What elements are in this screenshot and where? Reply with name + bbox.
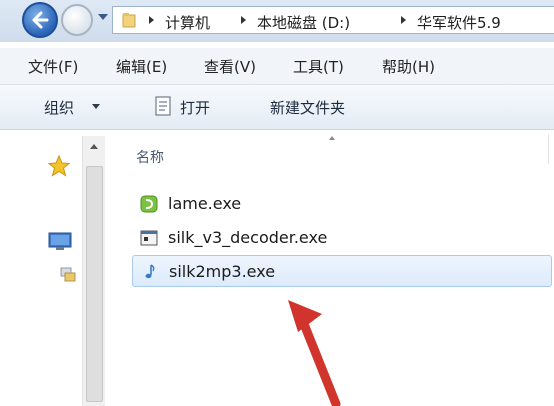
favorites-star-icon[interactable] [48,155,70,177]
explorer-window: 计算机 本地磁盘 (D:) 华军软件5.9 文件(F) 编辑(E) 查看(V) … [0,0,554,406]
open-icon[interactable] [154,96,172,116]
back-arrow-icon [32,11,49,29]
network-icon[interactable] [60,266,76,282]
menu-help[interactable]: 帮助(H) [382,56,435,77]
breadcrumb-local-disk[interactable]: 本地磁盘 (D:) [257,12,350,33]
file-name: lame.exe [168,194,242,213]
forward-button[interactable] [61,4,93,36]
breadcrumb-separator-icon[interactable] [401,16,406,24]
lame-app-icon [140,195,158,213]
folder-icon [122,13,136,28]
menu-bar: 文件(F) 编辑(E) 查看(V) 工具(T) 帮助(H) [0,48,554,85]
breadcrumb-separator-icon[interactable] [149,16,154,24]
computer-icon[interactable] [48,232,72,252]
address-input[interactable]: 计算机 本地磁盘 (D:) 华军软件5.9 [112,6,554,34]
file-name: silk2mp3.exe [169,262,276,281]
navigation-scrollbar[interactable] [82,136,105,406]
command-toolbar: 组织 打开 新建文件夹 [0,85,554,130]
file-row-lame[interactable]: lame.exe [132,188,552,220]
menu-file[interactable]: 文件(F) [28,56,78,77]
menu-edit[interactable]: 编辑(E) [116,56,167,77]
breadcrumb-computer[interactable]: 计算机 [165,12,210,33]
breadcrumb-separator-icon[interactable] [241,16,246,24]
back-button[interactable] [22,2,58,38]
scroll-up-icon[interactable] [90,144,98,149]
column-divider[interactable] [548,134,549,164]
scrollbar-thumb[interactable] [86,166,103,402]
file-row-silk2mp3[interactable]: silk2mp3.exe [132,255,552,287]
menu-tools[interactable]: 工具(T) [293,56,344,77]
address-bar-area: 计算机 本地磁盘 (D:) 华军软件5.9 [0,0,554,42]
music-note-icon [145,264,155,279]
recent-pages-dropdown-icon[interactable] [98,14,108,20]
organize-dropdown-icon[interactable] [92,104,100,109]
organize-button[interactable]: 组织 [44,97,74,118]
breadcrumb-current-folder[interactable]: 华军软件5.9 [417,12,501,33]
file-row-silk-v3-decoder[interactable]: silk_v3_decoder.exe [132,222,552,254]
console-app-icon [140,230,158,246]
open-button[interactable]: 打开 [180,97,210,118]
menu-view[interactable]: 查看(V) [204,56,256,77]
annotation-arrow-icon [288,300,341,406]
column-header-name[interactable]: 名称 [136,147,164,167]
sort-arrow-icon [329,136,335,140]
new-folder-button[interactable]: 新建文件夹 [270,97,345,118]
file-name: silk_v3_decoder.exe [168,228,328,247]
